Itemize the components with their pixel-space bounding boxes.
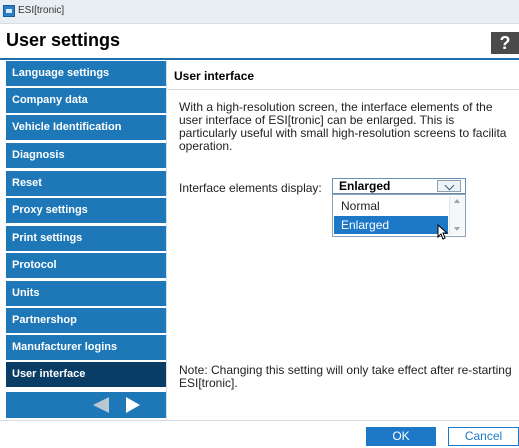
sidebar-item-diagnosis[interactable]: Diagnosis — [6, 143, 166, 168]
dropdown-scrollbar[interactable] — [449, 196, 465, 235]
scroll-up-icon[interactable] — [454, 199, 460, 203]
interface-elements-label: Interface elements display: — [179, 181, 322, 195]
sidebar-item-protocol[interactable]: Protocol — [6, 253, 166, 278]
help-button[interactable]: ? — [491, 32, 519, 54]
cancel-button[interactable]: Cancel — [448, 427, 519, 446]
sidebar-item-manufacturer-logins[interactable]: Manufacturer logins — [6, 335, 166, 360]
sidebar-item-reset[interactable]: Reset — [6, 171, 166, 196]
footer — [0, 420, 519, 448]
title-bar: ESI[tronic] — [0, 0, 519, 24]
chevron-down-icon — [444, 180, 455, 191]
note-text: Note: Changing this setting will only ta… — [179, 363, 512, 390]
app-icon — [3, 5, 15, 17]
option-normal[interactable]: Normal — [334, 197, 448, 215]
triangle-right-icon[interactable] — [126, 397, 140, 413]
ok-button[interactable]: OK — [366, 427, 436, 446]
dropdown-button[interactable] — [437, 180, 461, 192]
sidebar-item-proxy-settings[interactable]: Proxy settings — [6, 198, 166, 223]
triangle-left-icon[interactable] — [93, 397, 109, 413]
description-text: With a high-resolution screen, the inter… — [179, 100, 507, 153]
section-title: User interface — [174, 69, 255, 83]
sidebar-item-company-data[interactable]: Company data — [6, 88, 166, 113]
sidebar-item-partnershop[interactable]: Partnershop — [6, 308, 166, 333]
sidebar-pager — [6, 392, 166, 418]
divider — [166, 89, 519, 90]
app-title: ESI[tronic] — [18, 5, 65, 16]
sidebar-item-user-interface[interactable]: User interface — [6, 362, 166, 387]
scroll-down-icon[interactable] — [454, 227, 460, 231]
header: User settings — [0, 24, 519, 60]
mouse-cursor-icon — [437, 224, 449, 240]
main-panel: User interface With a high-resolution sc… — [166, 60, 519, 420]
sidebar-item-language-settings[interactable]: Language settings — [6, 61, 166, 86]
page-title: User settings — [6, 30, 121, 50]
option-enlarged[interactable]: Enlarged — [334, 216, 448, 234]
sidebar-item-units[interactable]: Units — [6, 281, 166, 306]
sidebar-item-print-settings[interactable]: Print settings — [6, 226, 166, 251]
sidebar-item-vehicle-identification[interactable]: Vehicle Identification — [6, 115, 166, 140]
